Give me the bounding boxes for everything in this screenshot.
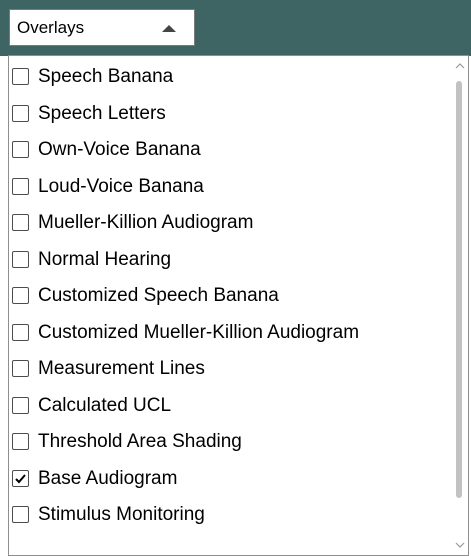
overlay-option-label: Threshold Area Shading [38, 431, 242, 452]
overlay-option-label: Customized Speech Banana [38, 285, 279, 306]
overlay-option-label: Speech Letters [38, 102, 166, 124]
overlay-option[interactable]: Speech Banana [9, 59, 449, 96]
overlay-option[interactable]: Loud-Voice Banana [9, 169, 449, 206]
checkbox[interactable] [12, 360, 29, 377]
overlays-list-popup: Speech Banana Speech Letters Own-Voice Ban… [8, 55, 469, 556]
scroll-thumb[interactable] [456, 81, 462, 498]
vertical-scrollbar[interactable] [451, 56, 468, 555]
overlay-option-label: Customized Mueller-Killion Audiogram [38, 321, 360, 343]
checkbox[interactable] [12, 323, 29, 341]
chevron-down-icon[interactable] [455, 540, 465, 550]
chevron-up-icon[interactable] [455, 61, 465, 71]
overlay-option-label: Loud-Voice Banana [38, 175, 204, 197]
checkbox[interactable] [12, 396, 29, 414]
overlay-option-label: Base Audiogram [38, 467, 178, 489]
overlay-option[interactable]: Threshold Area Shading [9, 424, 449, 461]
checkbox[interactable] [12, 177, 29, 195]
checkbox[interactable] [12, 287, 29, 304]
overlays-dropdown[interactable]: Overlays [9, 9, 195, 46]
overlay-option-label: Speech Banana [38, 66, 174, 87]
overlays-list: Speech Banana Speech Letters Own-Voice Ban… [9, 56, 449, 534]
overlay-option-label: Own-Voice Banana [38, 139, 201, 160]
overlay-option[interactable]: Measurement Lines [9, 351, 449, 388]
overlays-dropdown-label: Overlays [17, 18, 85, 37]
overlay-option-label: Mueller-Killion Audiogram [38, 212, 254, 233]
checkbox[interactable] [12, 104, 29, 122]
triangle-up-icon[interactable] [162, 25, 176, 32]
overlay-option[interactable]: Stimulus Monitoring [9, 497, 449, 534]
checkmark-icon [15, 473, 26, 483]
overlay-option[interactable]: Base Audiogram [9, 461, 449, 498]
overlays-panel: Overlays Speech Banana Speech Letters Own-… [0, 0, 471, 556]
checkbox[interactable] [12, 141, 29, 158]
checkbox[interactable] [12, 506, 29, 523]
overlay-option[interactable]: Own-Voice Banana [9, 132, 449, 169]
overlay-option[interactable]: Customized Mueller-Killion Audiogram [9, 315, 449, 352]
overlay-option-label: Calculated UCL [38, 394, 172, 416]
checkbox[interactable] [12, 214, 29, 231]
overlay-option-label: Stimulus Monitoring [38, 504, 205, 525]
checkbox[interactable] [12, 68, 29, 85]
checkbox[interactable] [12, 469, 29, 487]
overlay-option[interactable]: Calculated UCL [9, 388, 449, 425]
overlay-option[interactable]: Normal Hearing [9, 242, 449, 279]
overlay-option[interactable]: Mueller-Killion Audiogram [9, 205, 449, 242]
overlay-option[interactable]: Speech Letters [9, 96, 449, 133]
overlay-option[interactable]: Customized Speech Banana [9, 278, 449, 315]
checkbox[interactable] [12, 433, 29, 450]
checkbox[interactable] [12, 250, 29, 268]
overlay-option-label: Normal Hearing [38, 248, 172, 270]
overlay-option-label: Measurement Lines [38, 358, 205, 379]
